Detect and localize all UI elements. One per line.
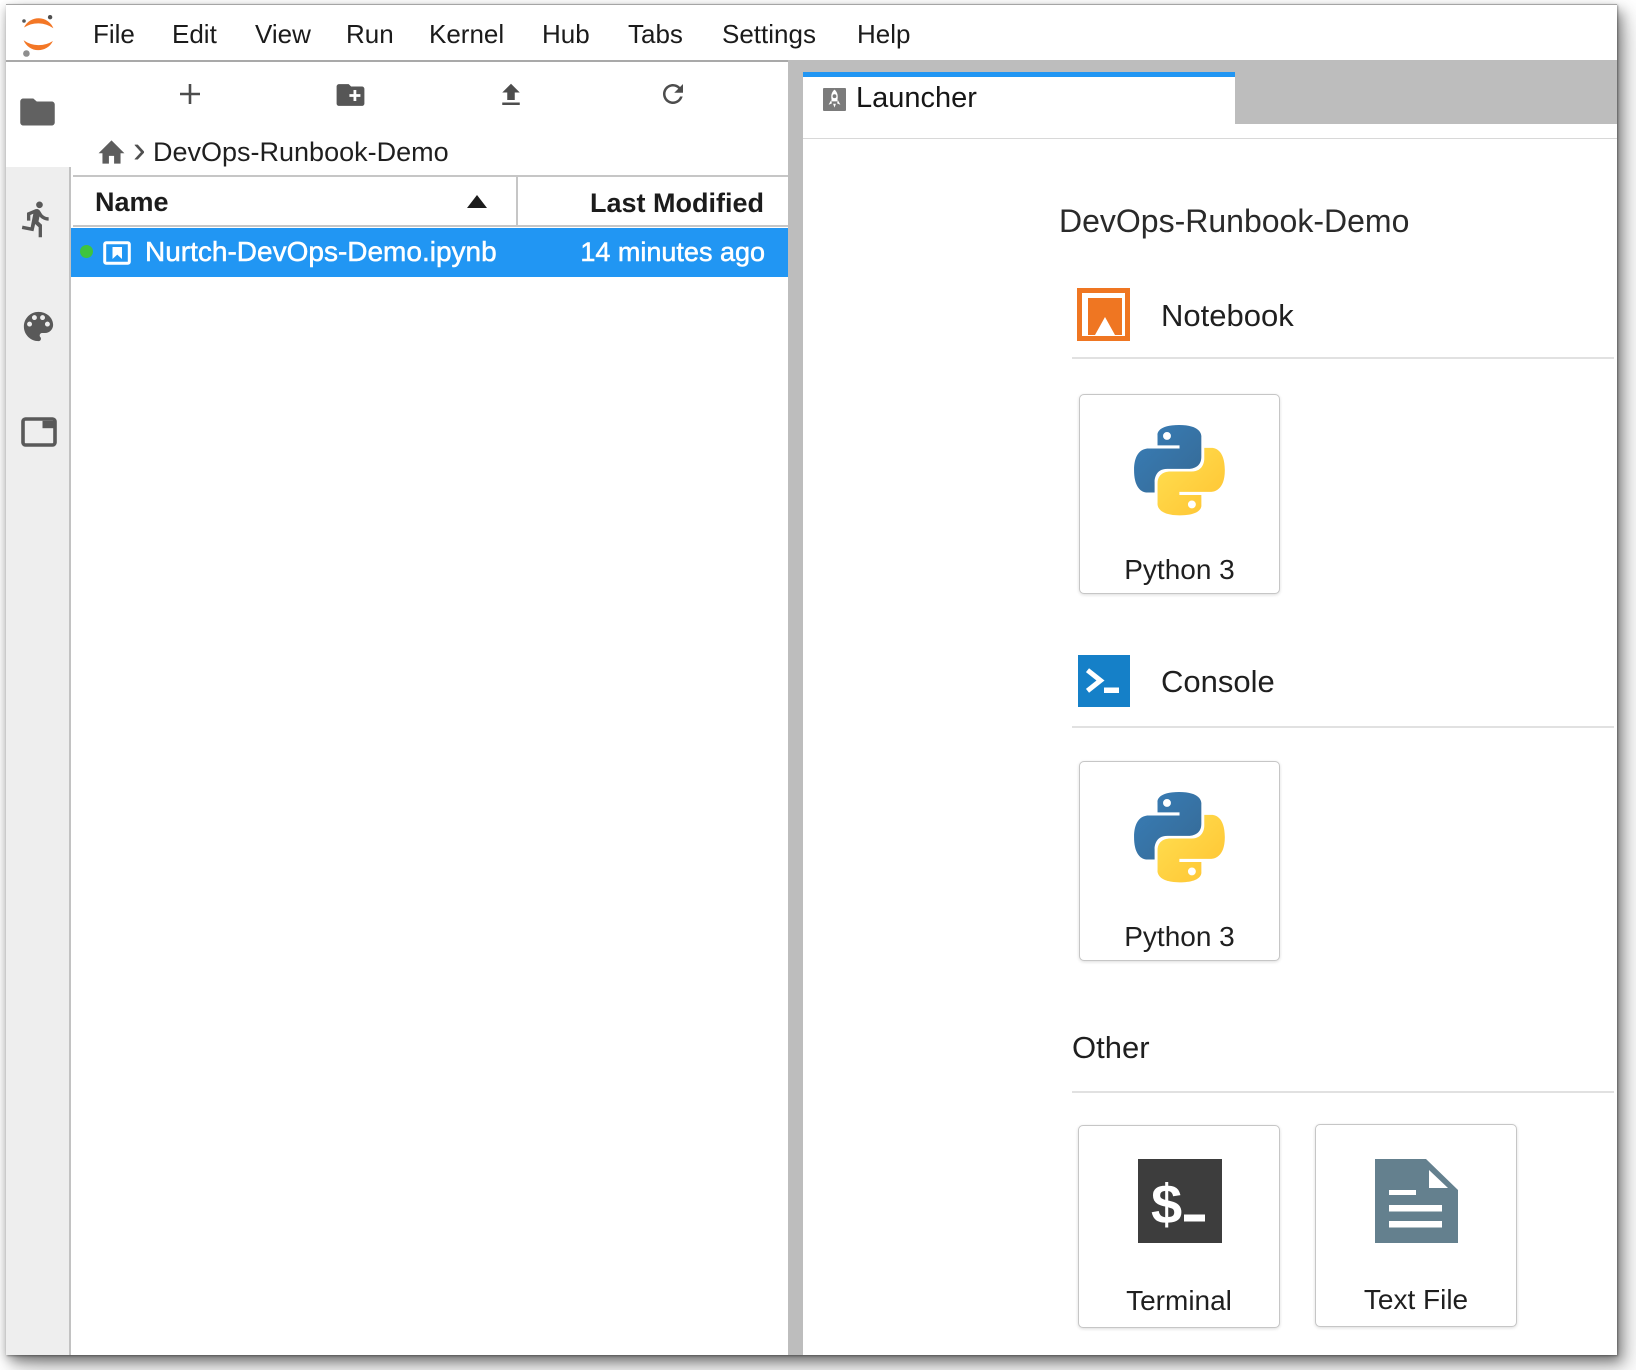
svg-text:$: $ [1151, 1173, 1182, 1236]
